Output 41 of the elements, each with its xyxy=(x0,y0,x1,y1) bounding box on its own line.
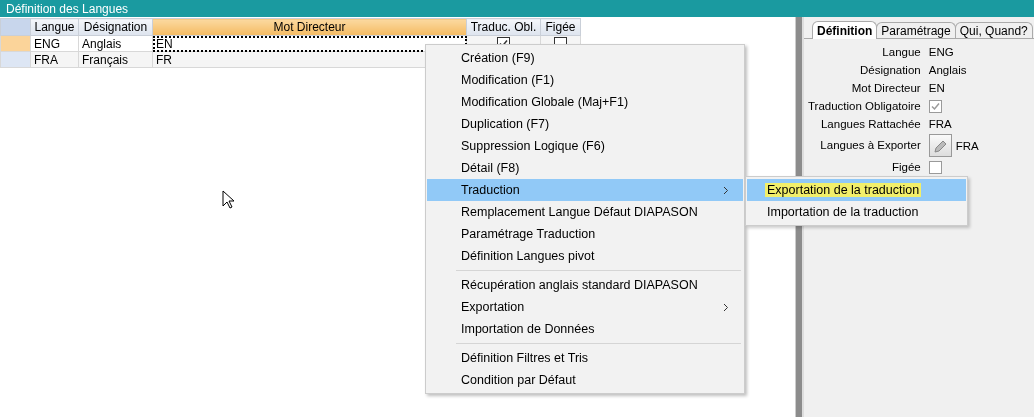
tab[interactable]: Définition xyxy=(812,21,878,39)
menu-item[interactable]: Traduction xyxy=(427,179,743,201)
menu-item[interactable]: Exportation de la traduction xyxy=(747,179,966,201)
menu-item[interactable]: Condition par Défaut xyxy=(427,369,743,391)
field-value: FRA xyxy=(928,118,952,130)
chevron-right-icon xyxy=(723,185,729,195)
checkbox[interactable] xyxy=(928,99,942,113)
column-header[interactable]: Mot Directeur xyxy=(152,18,467,36)
field-value: Anglais xyxy=(928,64,967,76)
menu-item[interactable]: Paramétrage Traduction xyxy=(427,223,743,245)
menu-item[interactable]: Suppression Logique (F6) xyxy=(427,135,743,157)
column-header[interactable]: Désignation xyxy=(78,18,153,36)
field-label: Désignation xyxy=(859,63,921,78)
menu-item[interactable]: Importation de la traduction xyxy=(747,201,966,223)
menu-item[interactable]: Définition Langues pivot xyxy=(427,245,743,267)
tab[interactable]: Paramétrage xyxy=(876,22,956,38)
field-value: ENG xyxy=(928,46,954,58)
menu-item[interactable]: Exportation xyxy=(427,296,743,318)
menu-item[interactable]: Modification (F1) xyxy=(427,69,743,91)
window-title: Définition des Langues xyxy=(6,1,129,16)
checkbox[interactable] xyxy=(928,160,942,174)
field-value: EN xyxy=(928,82,945,94)
column-header[interactable]: Traduc. Obl. xyxy=(466,18,541,36)
column-header[interactable]: Langue xyxy=(30,18,79,36)
menu-item[interactable]: Duplication (F7) xyxy=(427,113,743,135)
field-label: Langues à Exporter xyxy=(819,138,921,153)
chevron-right-icon xyxy=(723,302,729,312)
field-value: FRA xyxy=(955,139,979,152)
tab[interactable]: Qui, Quand? xyxy=(954,22,1033,38)
field-label: Traduction Obligatoire xyxy=(808,99,921,114)
menu-item[interactable]: Importation de Données xyxy=(427,318,743,340)
field-label: Figée xyxy=(890,160,921,175)
mouse-pointer-icon xyxy=(222,190,236,210)
field-label: Langue xyxy=(881,45,921,60)
menu-item[interactable]: Remplacement Langue Défaut DIAPASON xyxy=(427,201,743,223)
column-header[interactable]: Figée xyxy=(540,18,581,36)
menu-item[interactable]: Détail (F8) xyxy=(427,157,743,179)
pick-button[interactable] xyxy=(928,134,952,157)
field-label: Langues Rattachée xyxy=(819,117,921,132)
menu-item[interactable]: Modification Globale (Maj+F1) xyxy=(427,91,743,113)
field-label: Mot Directeur xyxy=(850,81,921,96)
